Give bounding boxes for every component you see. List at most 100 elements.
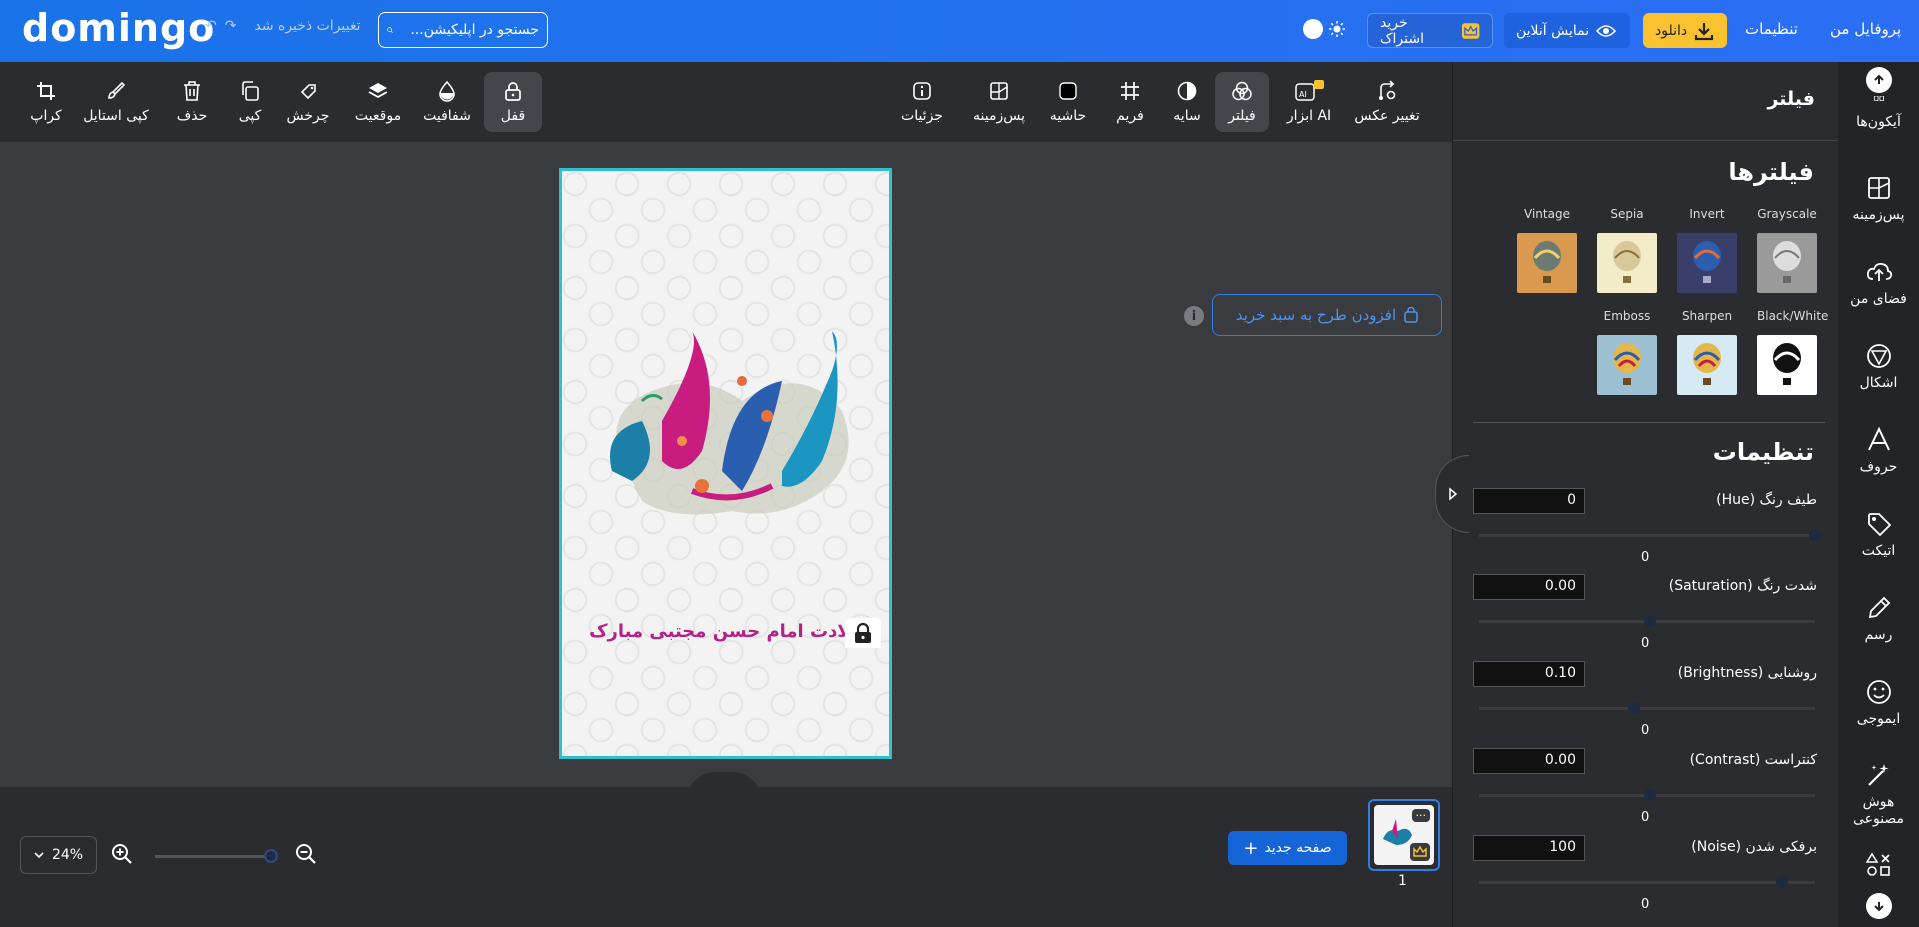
element-toolbar: کراپ کپی استایل حذف کپی چرخش موقعیت شفاف… xyxy=(0,62,1452,142)
background-icon xyxy=(990,82,1008,100)
zoom-out-icon[interactable] xyxy=(294,842,318,866)
undo-redo-group: ↶ ↷ تغییرات ذخیره شد xyxy=(205,18,361,34)
profile-link[interactable]: پروفایل من xyxy=(1830,20,1901,38)
search-input[interactable] xyxy=(399,22,539,38)
tool-copy[interactable]: کپی xyxy=(221,72,279,132)
setting-contrast-label: کنتراست (Contrast) xyxy=(1689,752,1817,768)
nav-emoji[interactable]: ایموجی xyxy=(1838,679,1919,727)
setting-contrast-zero: 0 xyxy=(1641,810,1650,825)
app-header: domingo ↶ ↷ تغییرات ذخیره شد خرید اشتراک… xyxy=(0,0,1919,62)
setting-slider-knob[interactable] xyxy=(1644,789,1656,801)
filter-sepia[interactable]: Sepia xyxy=(1597,207,1657,293)
setting-brightness-slider[interactable] xyxy=(1479,707,1815,710)
nav-scroll-up-icon[interactable] xyxy=(1866,67,1892,93)
pencil-icon xyxy=(1868,596,1890,619)
redo-icon[interactable]: ↷ xyxy=(225,18,237,34)
tool-border[interactable]: حاشیه xyxy=(1039,72,1097,132)
tool-copy-style[interactable]: کپی استایل xyxy=(82,72,150,132)
filter-black-white[interactable]: Black/White xyxy=(1757,309,1828,395)
theme-toggle[interactable] xyxy=(1303,18,1347,40)
toggle-knob xyxy=(1303,19,1323,39)
tool-filter[interactable]: فیلتر xyxy=(1215,72,1269,132)
page-menu-button[interactable]: ··· xyxy=(1411,809,1430,822)
nav-ai[interactable]: هوش مصنوعی xyxy=(1838,762,1919,828)
panel-title: فیلتر xyxy=(1767,88,1815,110)
droplet-icon xyxy=(439,80,455,102)
nav-letters[interactable]: حروف xyxy=(1838,427,1919,475)
nav-my-space[interactable]: فضای من xyxy=(1838,259,1919,307)
copy-icon xyxy=(242,81,259,101)
tool-crop[interactable]: کراپ xyxy=(17,72,75,132)
tool-change-photo[interactable]: تغییر عکس xyxy=(1350,72,1424,132)
design-page[interactable]: ولادت امام حسن مجتبی مبارک xyxy=(559,168,892,759)
search-box[interactable] xyxy=(378,12,548,48)
setting-slider-knob[interactable] xyxy=(1809,529,1821,541)
nav-icons[interactable]: آیکون‌ها xyxy=(1838,96,1919,130)
swap-photo-icon xyxy=(1379,80,1396,100)
online-preview-button[interactable]: نمایش آنلاین xyxy=(1504,13,1630,48)
nav-ai-label: هوش مصنوعی xyxy=(1852,794,1905,827)
preview-label: نمایش آنلاین xyxy=(1516,22,1590,39)
add-to-cart-button[interactable]: افزودن طرح به سبد خرید xyxy=(1212,294,1442,336)
shopping-bag-icon xyxy=(1404,307,1418,323)
setting-hue-slider[interactable] xyxy=(1479,534,1815,537)
tool-details[interactable]: جزئیات xyxy=(893,72,951,132)
element-lock-badge[interactable] xyxy=(845,618,881,648)
tool-copy-label: کپی xyxy=(238,108,262,124)
search-icon xyxy=(387,27,393,33)
tool-frame[interactable]: فریم xyxy=(1101,72,1159,132)
page-thumbnail[interactable]: ··· xyxy=(1368,799,1440,871)
setting-slider-knob[interactable] xyxy=(1627,702,1640,714)
tool-position[interactable]: موقعیت xyxy=(347,72,409,132)
filter-invert[interactable]: Invert xyxy=(1677,207,1737,293)
setting-slider-knob[interactable] xyxy=(1776,876,1788,888)
nav-draw[interactable]: رسم xyxy=(1838,595,1919,643)
tool-border-label: حاشیه xyxy=(1049,108,1087,124)
setting-brightness-zero: 0 xyxy=(1641,723,1650,738)
tool-ai[interactable]: AI ابزار AI xyxy=(1277,72,1341,132)
settings-link[interactable]: تنظیمات xyxy=(1745,20,1798,38)
background-icon xyxy=(1867,177,1890,199)
tool-rotate[interactable]: چرخش xyxy=(279,72,337,132)
zoom-slider-track[interactable] xyxy=(155,855,273,858)
tool-opacity[interactable]: شفافیت xyxy=(418,72,476,132)
undo-icon[interactable]: ↶ xyxy=(205,18,217,34)
new-page-button[interactable]: صفحه جدید + xyxy=(1228,831,1347,865)
logo[interactable]: domingo xyxy=(22,6,215,50)
nav-background[interactable]: پس‌زمینه xyxy=(1838,175,1919,223)
filter-emboss[interactable]: Emboss xyxy=(1597,309,1657,395)
tool-change-photo-label: تغییر عکس xyxy=(1354,108,1420,124)
zoom-select[interactable]: 24% xyxy=(20,836,97,874)
tool-shadow[interactable]: سایه xyxy=(1158,72,1216,132)
zoom-value: 24% xyxy=(51,847,84,863)
setting-noise-input[interactable]: 100 xyxy=(1473,835,1585,861)
subscribe-button[interactable]: خرید اشتراک xyxy=(1367,13,1493,48)
nav-shapes[interactable]: اشکال xyxy=(1838,343,1919,391)
zoom-in-icon[interactable] xyxy=(110,842,134,866)
setting-slider-knob[interactable] xyxy=(1644,615,1656,627)
tool-lock[interactable]: قفل xyxy=(484,72,542,132)
tool-background[interactable]: پس‌زمینه xyxy=(966,72,1032,132)
setting-noise-label: برفکی شدن (Noise) xyxy=(1691,839,1817,855)
setting-noise-slider[interactable] xyxy=(1479,881,1815,884)
nav-more-shapes[interactable] xyxy=(1838,852,1919,878)
settings-heading: تنظیمات xyxy=(1712,438,1814,466)
canvas-workspace[interactable]: ولادت امام حسن مجتبی مبارک i افزودن طرح … xyxy=(0,142,1452,894)
nav-sticker[interactable]: اتیکت xyxy=(1838,511,1919,559)
filter-vintage[interactable]: Vintage xyxy=(1517,207,1577,293)
rotate-icon xyxy=(300,84,316,100)
nav-shapes-label: اشکال xyxy=(1859,375,1898,391)
padlock-icon xyxy=(855,622,871,643)
zoom-slider-knob[interactable] xyxy=(264,849,278,863)
filter-grayscale[interactable]: Grayscale xyxy=(1757,207,1817,293)
download-button[interactable]: دانلود xyxy=(1643,13,1727,48)
setting-brightness-input[interactable]: 0.10 xyxy=(1473,661,1585,687)
filter-sharpen[interactable]: Sharpen xyxy=(1677,309,1737,395)
greeting-text[interactable]: ولادت امام حسن مجتبی مبارک xyxy=(562,621,889,642)
info-dot[interactable]: i xyxy=(1184,306,1204,326)
setting-saturation-input[interactable]: 0.00 xyxy=(1473,574,1585,600)
tool-delete[interactable]: حذف xyxy=(163,72,221,132)
setting-contrast-input[interactable]: 0.00 xyxy=(1473,748,1585,774)
setting-hue-input[interactable]: 0 xyxy=(1473,488,1585,514)
nav-scroll-down-icon[interactable] xyxy=(1866,893,1892,919)
